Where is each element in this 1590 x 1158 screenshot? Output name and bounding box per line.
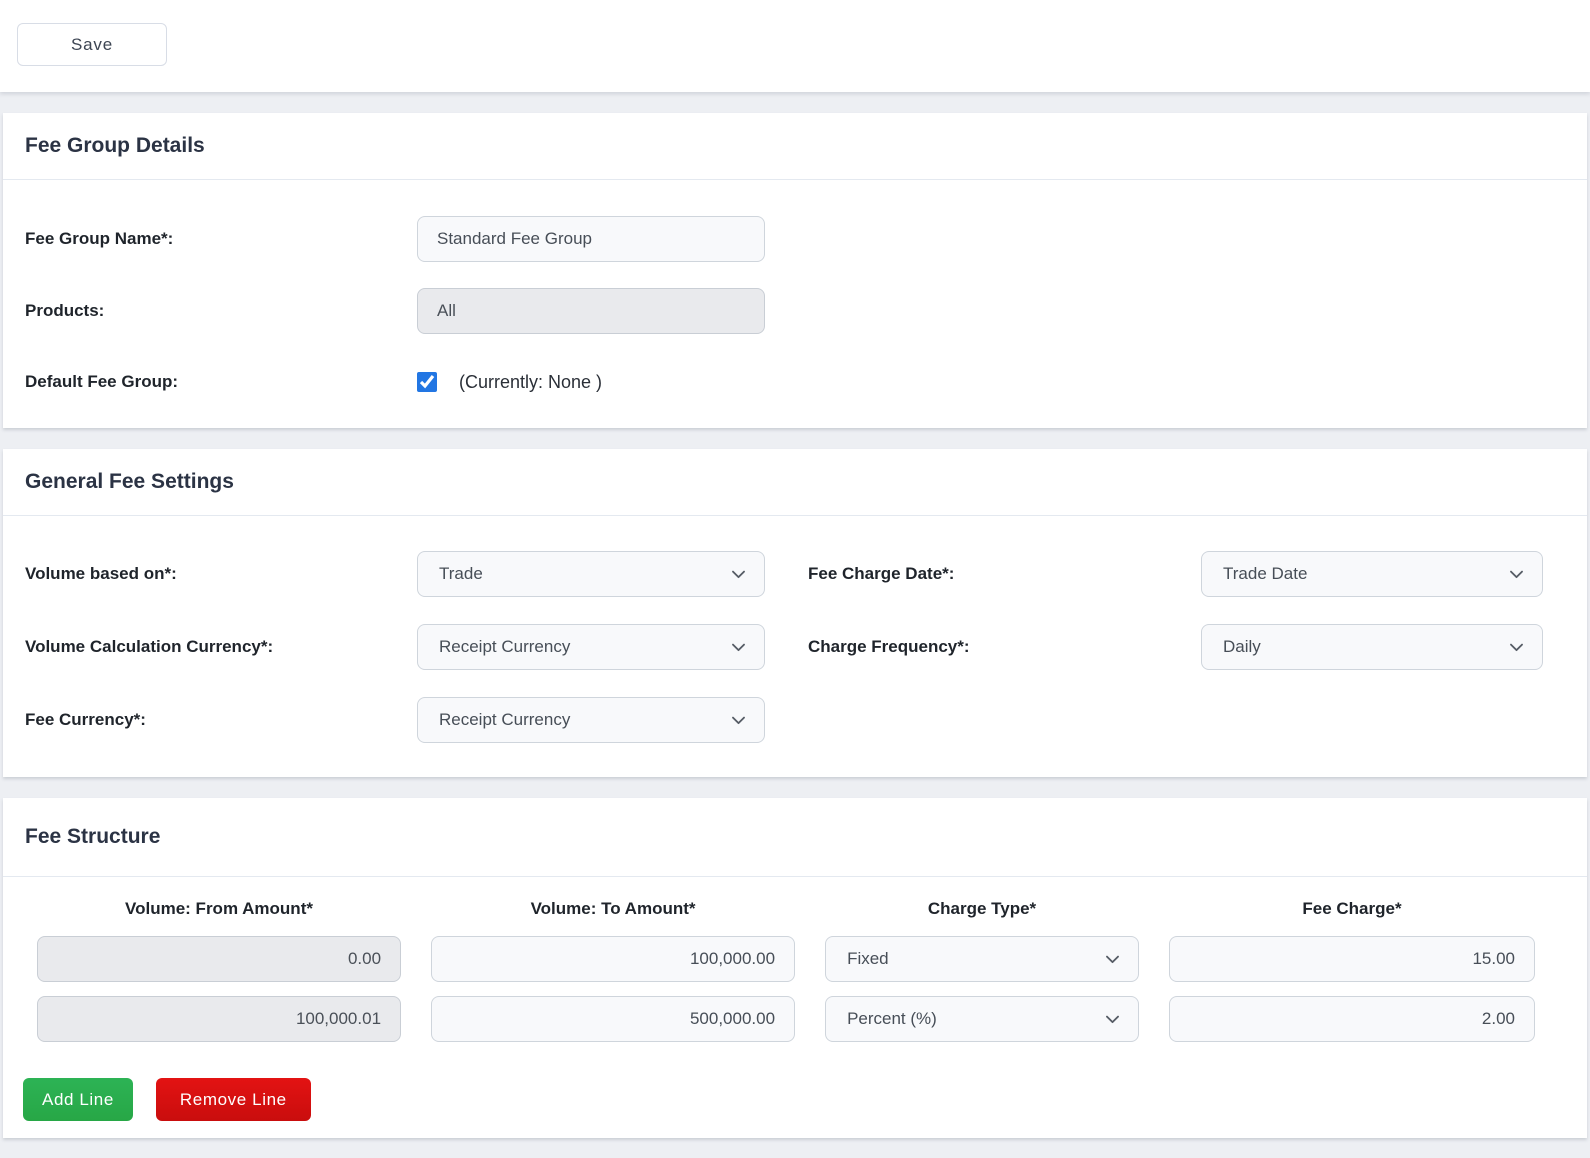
default-fee-group-control: (Currently: None ) xyxy=(417,360,602,404)
to-amount-input[interactable] xyxy=(431,936,796,982)
default-fee-group-checkbox[interactable] xyxy=(417,372,437,392)
fee-charge-column-header: Fee Charge* xyxy=(1302,899,1402,918)
charge-frequency-value: Daily xyxy=(1223,637,1261,656)
volume-calc-currency-row: Volume Calculation Currency*: Receipt Cu… xyxy=(25,624,808,670)
volume-based-on-label: Volume based on*: xyxy=(25,564,177,583)
default-fee-group-label: Default Fee Group: xyxy=(25,372,179,391)
products-input xyxy=(417,288,765,334)
fee-structure-title: Fee Structure xyxy=(3,798,1587,877)
fee-structure-card: Fee Structure Volume: From Amount* Volum… xyxy=(3,798,1587,1138)
add-line-button[interactable]: Add Line xyxy=(23,1078,133,1121)
fee-structure-header-row: Volume: From Amount* Volume: To Amount* … xyxy=(37,899,1535,919)
fee-currency-select[interactable]: Receipt Currency xyxy=(417,697,765,743)
fee-group-details-title: Fee Group Details xyxy=(3,113,1587,180)
charge-type-column-header: Charge Type* xyxy=(927,899,1037,918)
chevron-down-icon xyxy=(1507,638,1526,657)
fee-structure-row: Percent (%) xyxy=(37,996,1535,1042)
save-button[interactable]: Save xyxy=(17,23,167,66)
default-fee-group-note: (Currently: None ) xyxy=(459,371,603,392)
fee-group-name-input[interactable] xyxy=(417,216,765,262)
remove-line-button[interactable]: Remove Line xyxy=(155,1078,311,1121)
chevron-down-icon xyxy=(1103,1010,1122,1029)
fee-currency-row: Fee Currency*: Receipt Currency xyxy=(25,697,808,743)
fee-structure-row: Fixed xyxy=(37,936,1535,982)
charge-frequency-select[interactable]: Daily xyxy=(1201,624,1543,670)
settings-left-column: Volume based on*: Trade Volume Calculati… xyxy=(25,551,808,743)
fee-currency-value: Receipt Currency xyxy=(439,710,571,729)
charge-type-select[interactable]: Percent (%) xyxy=(825,996,1139,1042)
chevron-down-icon xyxy=(729,638,748,657)
to-amount-column-header: Volume: To Amount* xyxy=(530,899,696,918)
from-amount-column-header: Volume: From Amount* xyxy=(125,899,313,918)
volume-based-on-value: Trade xyxy=(439,564,483,583)
chevron-down-icon xyxy=(729,565,748,584)
general-fee-settings-body: Volume based on*: Trade Volume Calculati… xyxy=(3,516,1587,777)
fee-structure-table: Volume: From Amount* Volume: To Amount* … xyxy=(3,877,1587,1042)
from-amount-input xyxy=(37,936,402,982)
chevron-down-icon xyxy=(729,711,748,730)
fee-group-name-label: Fee Group Name*: xyxy=(25,229,174,248)
charge-type-value: Fixed xyxy=(847,949,889,968)
charge-type-select[interactable]: Fixed xyxy=(825,936,1139,982)
volume-based-on-row: Volume based on*: Trade xyxy=(25,551,808,597)
charge-frequency-row: Charge Frequency*: Daily xyxy=(808,624,1543,670)
general-fee-settings-title: General Fee Settings xyxy=(3,449,1587,516)
to-amount-input[interactable] xyxy=(431,996,796,1042)
charge-frequency-label: Charge Frequency*: xyxy=(808,637,970,656)
products-row: Products: xyxy=(25,288,1565,334)
fee-charge-date-select[interactable]: Trade Date xyxy=(1201,551,1543,597)
chevron-down-icon xyxy=(1103,950,1122,969)
charge-type-value: Percent (%) xyxy=(847,1009,937,1028)
fee-currency-label: Fee Currency*: xyxy=(25,710,146,729)
default-fee-group-row: Default Fee Group: (Currently: None ) xyxy=(25,360,1565,404)
volume-calc-currency-select[interactable]: Receipt Currency xyxy=(417,624,765,670)
fee-group-details-card: Fee Group Details Fee Group Name*: Produ… xyxy=(3,113,1587,428)
general-fee-settings-card: General Fee Settings Volume based on*: T… xyxy=(3,449,1587,777)
volume-calc-currency-label: Volume Calculation Currency*: xyxy=(25,637,274,656)
fee-structure-actions: Add Line Remove Line xyxy=(3,1056,1587,1138)
fee-charge-input[interactable] xyxy=(1168,936,1535,982)
volume-based-on-select[interactable]: Trade xyxy=(417,551,765,597)
fee-charge-input[interactable] xyxy=(1168,996,1535,1042)
settings-right-column: Fee Charge Date*: Trade Date Charge Freq… xyxy=(808,551,1543,743)
fee-group-details-body: Fee Group Name*: Products: Default Fee G… xyxy=(3,180,1587,428)
chevron-down-icon xyxy=(1507,565,1526,584)
toolbar: Save xyxy=(0,0,1590,92)
from-amount-input xyxy=(37,996,402,1042)
fee-charge-date-label: Fee Charge Date*: xyxy=(808,564,955,583)
fee-charge-date-row: Fee Charge Date*: Trade Date xyxy=(808,551,1543,597)
products-label: Products: xyxy=(25,301,105,320)
volume-calc-currency-value: Receipt Currency xyxy=(439,637,571,656)
fee-group-name-row: Fee Group Name*: xyxy=(25,216,1565,262)
fee-charge-date-value: Trade Date xyxy=(1223,564,1308,583)
